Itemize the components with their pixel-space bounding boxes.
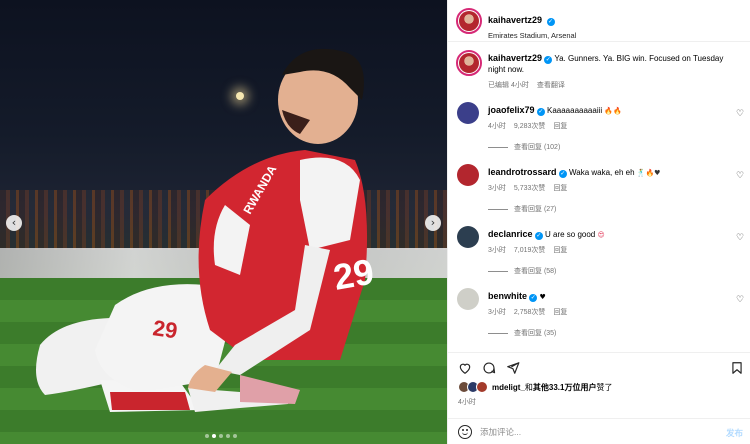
comment-likes[interactable]: 9,283次赞 bbox=[514, 121, 546, 131]
commenter-avatar[interactable] bbox=[457, 288, 479, 310]
author-avatar[interactable] bbox=[456, 8, 482, 34]
comment-meta: 3小时 2,758次赞 回复 bbox=[488, 307, 567, 317]
see-translation-link[interactable]: 查看翻译 bbox=[537, 80, 565, 90]
player-knee-slide-figure: 29 RWANDA 29 bbox=[36, 48, 377, 412]
comment-body: U are so good bbox=[545, 230, 596, 239]
comment-emoji: 🕺🔥♥ bbox=[636, 169, 661, 177]
comment-emoji: 🔥🔥 bbox=[604, 107, 622, 115]
caption-time[interactable]: 4小时 bbox=[511, 80, 529, 90]
svg-text:29: 29 bbox=[151, 315, 179, 343]
comment-text: benwhite ✓ ♥ bbox=[488, 291, 735, 303]
commenter-username[interactable]: joaofelix79 bbox=[488, 105, 535, 115]
verified-icon: ✓ bbox=[534, 232, 543, 240]
heart-icon[interactable]: ♡ bbox=[736, 296, 745, 305]
view-replies-label[interactable]: 查看回复 (27) bbox=[514, 204, 556, 214]
heart-icon[interactable]: ♡ bbox=[736, 172, 745, 181]
likes-others[interactable]: 其他33.1万位用户 bbox=[533, 382, 597, 393]
comment-meta: 4小时 9,283次赞 回复 bbox=[488, 121, 567, 131]
view-replies-label[interactable]: 查看回复 (58) bbox=[514, 266, 556, 276]
reply-button[interactable]: 回复 bbox=[553, 245, 567, 255]
comment-item: benwhite ✓ ♥ 3小时 2,758次赞 回复 查看回复 (35) ♡ bbox=[448, 286, 750, 344]
emoji-icon[interactable] bbox=[458, 425, 472, 439]
comment-body: Waka waka, eh eh bbox=[569, 168, 635, 177]
reply-button[interactable]: 回复 bbox=[553, 307, 567, 317]
carousel-dot bbox=[226, 434, 230, 438]
carousel-dot bbox=[205, 434, 209, 438]
liker-avatar bbox=[476, 381, 488, 393]
comment-likes[interactable]: 2,758次赞 bbox=[514, 307, 546, 317]
comment-item: joaofelix79 ✓ Kaaaaaaaaaaiii 🔥🔥 4小时 9,28… bbox=[448, 100, 750, 158]
chevron-right-icon[interactable]: › bbox=[425, 215, 441, 231]
likes-summary[interactable]: mdeligt_ 和 其他33.1万位用户 赞了 bbox=[458, 381, 612, 393]
heart-icon[interactable]: ♡ bbox=[736, 110, 745, 119]
post-comment-button[interactable]: 发布 bbox=[726, 427, 743, 439]
view-replies-label[interactable]: 查看回复 (102) bbox=[514, 142, 560, 152]
carousel-dot bbox=[219, 434, 223, 438]
svg-text:29: 29 bbox=[330, 251, 377, 298]
add-comment-bar: 发布 bbox=[448, 418, 750, 444]
comment-input[interactable] bbox=[480, 425, 700, 439]
caption-username[interactable]: kaihavertz29 bbox=[488, 53, 542, 63]
likes-suffix: 赞了 bbox=[596, 382, 613, 392]
liker-username[interactable]: mdeligt_ bbox=[492, 383, 525, 392]
share-icon[interactable] bbox=[506, 361, 520, 375]
verified-icon: ✓ bbox=[544, 56, 553, 64]
comment-text: declanrice ✓ U are so good 😍 bbox=[488, 229, 735, 241]
view-replies[interactable]: 查看回复 (35) bbox=[488, 328, 556, 338]
author-info: kaihavertz29 ✓ Emirates Stadium, Arsenal bbox=[488, 10, 576, 40]
view-replies-label[interactable]: 查看回复 (35) bbox=[514, 328, 556, 338]
post-location[interactable]: Emirates Stadium, Arsenal bbox=[488, 31, 576, 40]
comment-text: leandrotrossard ✓ Waka waka, eh eh 🕺🔥♥ bbox=[488, 167, 735, 179]
comment-item: declanrice ✓ U are so good 😍 3小时 7,019次赞… bbox=[448, 224, 750, 282]
comment-time[interactable]: 3小时 bbox=[488, 307, 506, 317]
comment-time[interactable]: 3小时 bbox=[488, 245, 506, 255]
bookmark-icon[interactable] bbox=[730, 361, 744, 375]
caption-avatar[interactable] bbox=[456, 50, 482, 76]
reply-button[interactable]: 回复 bbox=[553, 183, 567, 193]
caption-edited: 已编辑 bbox=[488, 82, 509, 89]
reply-button[interactable]: 回复 bbox=[553, 121, 567, 131]
action-bar bbox=[448, 352, 750, 382]
commenter-username[interactable]: leandrotrossard bbox=[488, 167, 557, 177]
comment-meta: 3小时 7,019次赞 回复 bbox=[488, 245, 567, 255]
comment-likes[interactable]: 5,733次赞 bbox=[514, 183, 546, 193]
caption-text: kaihavertz29 ✓ Ya. Gunners. Ya. BIG win.… bbox=[488, 53, 735, 75]
post-side-panel: kaihavertz29 ✓ Emirates Stadium, Arsenal… bbox=[447, 0, 750, 444]
post-header: kaihavertz29 ✓ Emirates Stadium, Arsenal bbox=[448, 0, 750, 42]
view-replies[interactable]: 查看回复 (102) bbox=[488, 142, 560, 152]
post-image[interactable]: 29 RWANDA 29 ‹ › bbox=[0, 0, 447, 444]
carousel-dots bbox=[205, 434, 237, 438]
chevron-left-icon[interactable]: ‹ bbox=[6, 215, 22, 231]
verified-icon: ✓ bbox=[558, 170, 567, 178]
verified-icon: ✓ bbox=[546, 18, 555, 26]
verified-icon: ✓ bbox=[536, 108, 545, 116]
comment-body: Kaaaaaaaaaaiii bbox=[547, 106, 603, 115]
commenter-avatar[interactable] bbox=[457, 226, 479, 248]
post-timestamp[interactable]: 4小时 bbox=[458, 397, 476, 407]
caption-meta: 已编辑 4小时 查看翻译 bbox=[488, 80, 565, 90]
commenter-avatar[interactable] bbox=[457, 102, 479, 124]
verified-icon: ✓ bbox=[529, 294, 538, 302]
comment-icon[interactable] bbox=[482, 361, 496, 375]
likes-connector: 和 bbox=[524, 382, 533, 392]
comment-emoji: ♥ bbox=[539, 293, 546, 301]
heart-icon[interactable] bbox=[458, 361, 472, 375]
comment-time[interactable]: 3小时 bbox=[488, 183, 506, 193]
comment-emoji: 😍 bbox=[597, 231, 605, 239]
author-username[interactable]: kaihavertz29 bbox=[488, 15, 542, 25]
comment-text: joaofelix79 ✓ Kaaaaaaaaaaiii 🔥🔥 bbox=[488, 105, 735, 117]
commenter-username[interactable]: declanrice bbox=[488, 229, 533, 239]
view-replies[interactable]: 查看回复 (58) bbox=[488, 266, 556, 276]
heart-icon[interactable]: ♡ bbox=[736, 234, 745, 243]
commenter-avatar[interactable] bbox=[457, 164, 479, 186]
comment-time[interactable]: 4小时 bbox=[488, 121, 506, 131]
commenter-username[interactable]: benwhite bbox=[488, 291, 527, 301]
comment-likes[interactable]: 7,019次赞 bbox=[514, 245, 546, 255]
carousel-dot bbox=[233, 434, 237, 438]
carousel-dot-active bbox=[212, 434, 216, 438]
view-replies[interactable]: 查看回复 (27) bbox=[488, 204, 556, 214]
comment-item: leandrotrossard ✓ Waka waka, eh eh 🕺🔥♥ 3… bbox=[448, 162, 750, 220]
comment-meta: 3小时 5,733次赞 回复 bbox=[488, 183, 567, 193]
